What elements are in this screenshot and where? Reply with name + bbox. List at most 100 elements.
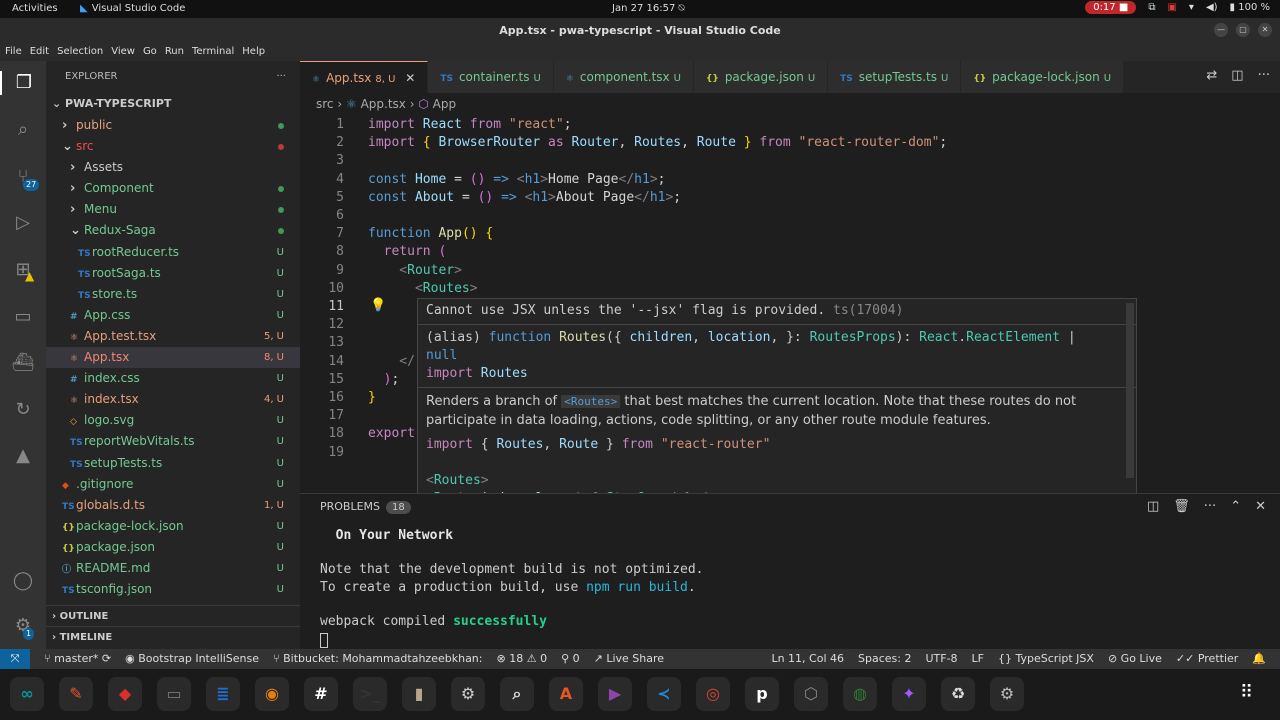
pen-icon[interactable]: ✎ <box>59 677 93 711</box>
intellisense-item[interactable]: ◉ Bootstrap IntelliSense <box>125 649 259 669</box>
file-item[interactable]: ◇ logo.svg U <box>46 410 300 431</box>
go-live[interactable]: ⊘ Go Live <box>1108 649 1162 669</box>
system-settings-icon[interactable]: ⚙ <box>990 677 1024 711</box>
volume-icon[interactable]: ◀) <box>1206 2 1218 13</box>
search-icon[interactable]: ⌕ <box>11 118 35 142</box>
breadcrumb-symbol[interactable]: App <box>433 97 456 111</box>
file-item[interactable]: ⚛ index.tsx 4, U <box>46 389 300 410</box>
file-item[interactable]: TSrootReducer.ts U <box>46 242 300 263</box>
file-item[interactable]: TSreportWebVitals.ts U <box>46 431 300 452</box>
menu-view[interactable]: View <box>111 43 135 61</box>
file-item[interactable]: ⚛ App.tsx 8, U <box>46 347 300 369</box>
terminal-cursor[interactable] <box>320 633 328 648</box>
file-item[interactable]: # index.css U <box>46 368 300 389</box>
remote-explorer-icon[interactable]: ▭ <box>11 305 35 329</box>
file-item[interactable]: {}package.json U <box>46 537 300 558</box>
maximize-button[interactable]: ▢ <box>1236 23 1250 37</box>
azure-icon[interactable]: ▲ <box>11 444 35 468</box>
menu-selection[interactable]: Selection <box>57 43 103 61</box>
arduino-icon[interactable]: ∞ <box>10 677 44 711</box>
outline-section[interactable]: › OUTLINE <box>46 605 300 626</box>
menu-terminal[interactable]: Terminal <box>192 43 234 61</box>
menu-edit[interactable]: Edit <box>30 43 49 61</box>
battery-icon[interactable]: ▮ 100 % <box>1230 2 1270 13</box>
file-item[interactable]: {}package-lock.json U <box>46 516 300 537</box>
notifications-icon[interactable]: 🔔 <box>1252 649 1266 669</box>
folder-item[interactable]: › public <box>46 115 300 136</box>
tab-problems[interactable]: PROBLEMS 18 <box>320 500 411 514</box>
folder-item[interactable]: › Assets <box>46 157 300 178</box>
show-apps-icon[interactable]: ⠿ <box>1240 682 1253 703</box>
globe-icon[interactable]: ◍ <box>843 677 877 711</box>
files-icon[interactable]: ▭ <box>157 677 191 711</box>
vscode-icon[interactable]: ≺ <box>647 677 681 711</box>
editor-tab[interactable]: ⚛ component.tsx U <box>553 61 694 93</box>
file-item[interactable]: # App.css U <box>46 305 300 326</box>
menu-help[interactable]: Help <box>242 43 265 61</box>
app-menu[interactable]: ◣ Visual Studio Code <box>80 3 185 14</box>
docs-icon[interactable]: ≣ <box>206 677 240 711</box>
clock[interactable]: Jan 27 16:57 ⍉ <box>612 3 685 14</box>
chrome-icon[interactable]: ◎ <box>696 677 730 711</box>
store-icon[interactable]: A <box>549 677 583 711</box>
breadcrumb-folder[interactable]: src <box>316 97 334 111</box>
live-share-icon[interactable]: ↻ <box>11 398 35 422</box>
breadcrumb-file[interactable]: App.tsx <box>361 97 406 111</box>
file-item[interactable]: TSglobals.d.ts 1, U <box>46 495 300 516</box>
project-root[interactable]: ⌄ PWA-TYPESCRIPT <box>46 93 300 115</box>
git-icon[interactable]: ◆ <box>108 677 142 711</box>
red-tray-icon[interactable]: ▣ <box>1167 2 1176 13</box>
encoding[interactable]: UTF-8 <box>925 649 957 669</box>
editor-tab[interactable]: TS setupTests.ts U <box>828 61 962 93</box>
editor-tab[interactable]: {} package-lock.json U <box>961 61 1125 93</box>
compare-icon[interactable]: ⇄ <box>1206 68 1217 83</box>
bitbucket-item[interactable]: ⑂ Bitbucket: Mohammadtahzeebkhan: <box>273 649 482 669</box>
menu-file[interactable]: File <box>5 43 22 61</box>
lightbulb-icon[interactable]: 💡 <box>370 298 386 313</box>
file-item[interactable]: TStsconfig.json U <box>46 579 300 600</box>
source-control-icon[interactable]: ⑂ 27 <box>11 165 40 191</box>
figma-icon[interactable]: ✦ <box>892 677 926 711</box>
cursor-position[interactable]: Ln 11, Col 46 <box>771 649 844 669</box>
ports-item[interactable]: ⚲ 0 <box>561 649 580 669</box>
live-share-item[interactable]: ↗ Live Share <box>594 649 664 669</box>
settings-icon[interactable]: ⚙ <box>451 677 485 711</box>
maximize-panel-icon[interactable]: ⌃ <box>1230 499 1241 514</box>
accounts-icon[interactable]: ◯ <box>11 569 35 593</box>
terminal-icon[interactable]: >_ <box>353 677 387 711</box>
more-icon[interactable]: ··· <box>1204 499 1216 514</box>
more-icon[interactable]: ··· <box>1258 68 1270 83</box>
slack-icon[interactable]: # <box>304 677 338 711</box>
file-item[interactable]: TSsetupTests.ts U <box>46 453 300 474</box>
editor-tab[interactable]: {} package.json U <box>693 61 829 93</box>
file-item[interactable]: TSstore.ts U <box>46 284 300 305</box>
folder-item[interactable]: ⌄ Redux-Saga <box>46 220 300 241</box>
split-terminal-icon[interactable]: ◫ <box>1147 499 1159 514</box>
prettier[interactable]: ✓✓ Prettier <box>1176 649 1238 669</box>
close-panel-icon[interactable]: ✕ <box>1255 499 1266 514</box>
run-debug-icon[interactable]: ▷ <box>11 211 35 235</box>
line-ending[interactable]: LF <box>972 649 984 669</box>
trash-icon[interactable]: 🗑 <box>1173 499 1190 514</box>
more-actions-icon[interactable]: ··· <box>276 61 286 93</box>
close-window-button[interactable]: ✕ <box>1258 23 1272 37</box>
hover-scrollbar[interactable] <box>1126 303 1134 478</box>
folder-item[interactable]: › Menu <box>46 199 300 220</box>
close-icon[interactable]: ✕ <box>401 71 415 85</box>
file-item[interactable]: ⓘ README.md U <box>46 558 300 579</box>
wifi-icon[interactable]: ▾ <box>1189 2 1194 13</box>
split-editor-icon[interactable]: ◫ <box>1231 68 1243 83</box>
blender-icon[interactable]: ◉ <box>255 677 289 711</box>
timeline-section[interactable]: › TIMELINE <box>46 626 300 647</box>
indentation[interactable]: Spaces: 2 <box>858 649 911 669</box>
git-branch[interactable]: ⑂ master* ⟳ <box>44 649 111 669</box>
unity-icon[interactable]: ⬡ <box>794 677 828 711</box>
tray-icon[interactable]: ⧉ <box>1148 2 1155 13</box>
menu-run[interactable]: Run <box>165 43 184 61</box>
trash-icon[interactable]: ♻ <box>941 677 975 711</box>
problems-status[interactable]: ⊗ 18 ⚠ 0 <box>496 649 547 669</box>
editor-tab[interactable]: TS container.ts U <box>428 61 554 93</box>
file-item[interactable]: ◆ .gitignore U <box>46 474 300 495</box>
remote-indicator[interactable]: ⤧ <box>0 649 30 669</box>
video-icon[interactable]: ▶ <box>598 677 632 711</box>
